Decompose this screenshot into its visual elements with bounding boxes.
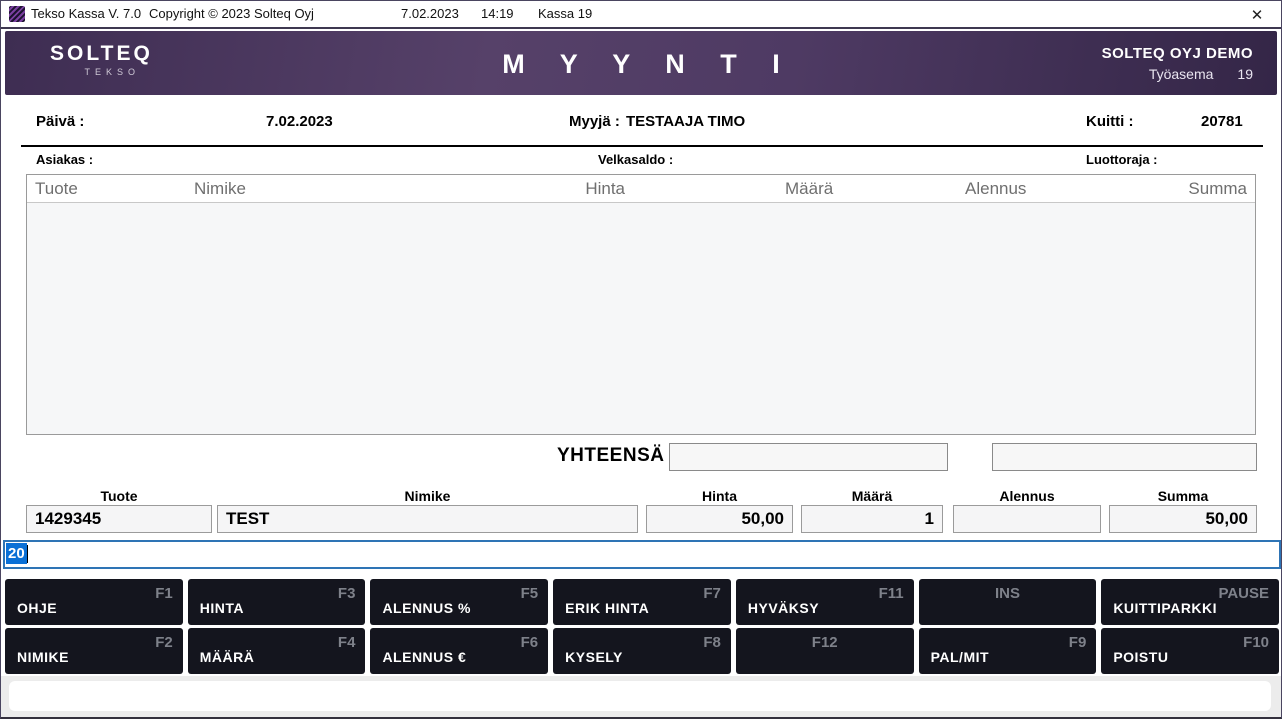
workstation-label: Työasema (1149, 66, 1214, 82)
app-window: Tekso Kassa V. 7.0 Copyright © 2023 Solt… (0, 0, 1282, 719)
register-number: Kassa 19 (538, 6, 592, 21)
fkey-kysely-keycap: F8 (703, 634, 721, 651)
fkey-pal-mit-keycap: F9 (1069, 634, 1087, 651)
entry-summa-input[interactable] (1109, 505, 1257, 533)
fkey-ins-button[interactable]: INS (919, 579, 1097, 625)
fkey-alennus-pct-label: ALENNUS % (382, 600, 471, 616)
entry-label-hinta: Hinta (646, 488, 793, 504)
fkey-pal-mit-button[interactable]: F9 PAL/MIT (919, 628, 1097, 674)
fkey-erik-hinta-button[interactable]: F7 ERIK HINTA (553, 579, 731, 625)
fkey-nimike-button[interactable]: F2 NIMIKE (5, 628, 183, 674)
total-label: YHTEENSÄ (557, 445, 664, 467)
entry-maara-input[interactable] (801, 505, 943, 533)
fkey-alennus-pct-button[interactable]: F5 ALENNUS % (370, 579, 548, 625)
fkey-nimike-label: NIMIKE (17, 649, 69, 665)
function-keys-row-2: F2 NIMIKE F4 MÄÄRÄ F6 ALENNUS € F8 KYSEL… (1, 628, 1282, 674)
page-title: M Y Y N T I (5, 49, 1277, 80)
company-name: SOLTEQ OYJ DEMO (1102, 45, 1253, 62)
date-value: 7.02.2023 (266, 113, 333, 130)
receipt-lines-table: Tuote Nimike Hinta Määrä Alennus Summa (26, 174, 1256, 435)
debt-label: Velkasaldo : (598, 152, 673, 167)
fkey-hyvaksy-button[interactable]: F11 HYVÄKSY (736, 579, 914, 625)
titlebar: Tekso Kassa V. 7.0 Copyright © 2023 Solt… (1, 1, 1281, 29)
bottom-strip (1, 676, 1281, 717)
fkey-hinta-button[interactable]: F3 HINTA (188, 579, 366, 625)
seller-value: TESTAAJA TIMO (626, 113, 745, 130)
fkey-maara-label: MÄÄRÄ (200, 649, 255, 665)
status-bar (9, 681, 1271, 711)
entry-label-summa: Summa (1109, 488, 1257, 504)
fkey-alennus-eur-button[interactable]: F6 ALENNUS € (370, 628, 548, 674)
fkey-kuittiparkki-label: KUITTIPARKKI (1113, 600, 1217, 616)
credit-label: Luottoraja : (1086, 152, 1158, 167)
entry-hinta-input[interactable] (646, 505, 793, 533)
window-title: Tekso Kassa V. 7.0 (31, 6, 141, 21)
customer-label: Asiakas : (36, 152, 93, 167)
fkey-pal-mit-label: PAL/MIT (931, 649, 989, 665)
text-caret (27, 545, 28, 563)
entry-tuote-input[interactable] (26, 505, 212, 533)
fkey-hyvaksy-label: HYVÄKSY (748, 600, 819, 616)
fkey-erik-hinta-keycap: F7 (703, 585, 721, 602)
column-header-hinta: Hinta (585, 179, 625, 199)
fkey-ins-keycap: INS (995, 585, 1020, 602)
column-header-maara: Määrä (785, 179, 833, 199)
fkey-erik-hinta-label: ERIK HINTA (565, 600, 649, 616)
fkey-f12-keycap: F12 (812, 634, 838, 651)
workstation-info: Työasema 19 (1102, 66, 1253, 82)
fkey-hinta-label: HINTA (200, 600, 244, 616)
fkey-hinta-keycap: F3 (338, 585, 356, 602)
table-header-row: Tuote Nimike Hinta Määrä Alennus Summa (27, 175, 1255, 203)
entry-nimike-input[interactable] (217, 505, 638, 533)
workstation-value: 19 (1237, 66, 1253, 82)
fkey-alennus-eur-keycap: F6 (521, 634, 539, 651)
entry-label-tuote: Tuote (26, 488, 212, 504)
fkey-ohje-label: OHJE (17, 600, 57, 616)
titlebar-time: 14:19 (481, 6, 514, 21)
divider-line (21, 145, 1263, 147)
fkey-nimike-keycap: F2 (155, 634, 173, 651)
command-input[interactable]: 20 (3, 540, 1281, 569)
column-header-tuote: Tuote (35, 179, 78, 199)
fkey-kysely-button[interactable]: F8 KYSELY (553, 628, 731, 674)
fkey-alennus-eur-label: ALENNUS € (382, 649, 466, 665)
function-keys-row-1: F1 OHJE F3 HINTA F5 ALENNUS % F7 ERIK HI… (1, 579, 1282, 625)
entry-alennus-input[interactable] (953, 505, 1101, 533)
close-icon[interactable]: ✕ (1245, 6, 1269, 24)
selected-text: 20 (6, 543, 27, 564)
total-amount-field[interactable] (669, 443, 948, 471)
column-header-nimike: Nimike (194, 179, 246, 199)
copyright-text: Copyright © 2023 Solteq Oyj (149, 6, 314, 21)
fkey-maara-keycap: F4 (338, 634, 356, 651)
fkey-hyvaksy-keycap: F11 (879, 585, 904, 602)
titlebar-date: 7.02.2023 (401, 6, 459, 21)
seller-label: Myyjä : (569, 113, 620, 130)
entry-label-nimike: Nimike (217, 488, 638, 504)
entry-label-maara: Määrä (801, 488, 943, 504)
date-label: Päivä : (36, 113, 84, 130)
fkey-kuittiparkki-button[interactable]: PAUSE KUITTIPARKKI (1101, 579, 1279, 625)
fkey-alennus-pct-keycap: F5 (521, 585, 539, 602)
fkey-poistu-keycap: F10 (1243, 634, 1269, 651)
fkey-poistu-label: POISTU (1113, 649, 1168, 665)
banner-right-block: SOLTEQ OYJ DEMO Työasema 19 (1102, 45, 1253, 82)
total-secondary-field[interactable] (992, 443, 1257, 471)
column-header-summa: Summa (1188, 179, 1247, 199)
fkey-maara-button[interactable]: F4 MÄÄRÄ (188, 628, 366, 674)
receipt-label: Kuitti : (1086, 113, 1133, 130)
fkey-kysely-label: KYSELY (565, 649, 623, 665)
fkey-kuittiparkki-keycap: PAUSE (1218, 585, 1269, 602)
receipt-value: 20781 (1201, 113, 1243, 130)
fkey-f12-button[interactable]: F12 (736, 628, 914, 674)
fkey-ohje-keycap: F1 (155, 585, 173, 602)
entry-label-alennus: Alennus (953, 488, 1101, 504)
column-header-alennus: Alennus (965, 179, 1026, 199)
fkey-ohje-button[interactable]: F1 OHJE (5, 579, 183, 625)
app-icon (9, 6, 25, 22)
header-banner: SOLTEQ TEKSO M Y Y N T I SOLTEQ OYJ DEMO… (5, 31, 1277, 95)
fkey-poistu-button[interactable]: F10 POISTU (1101, 628, 1279, 674)
